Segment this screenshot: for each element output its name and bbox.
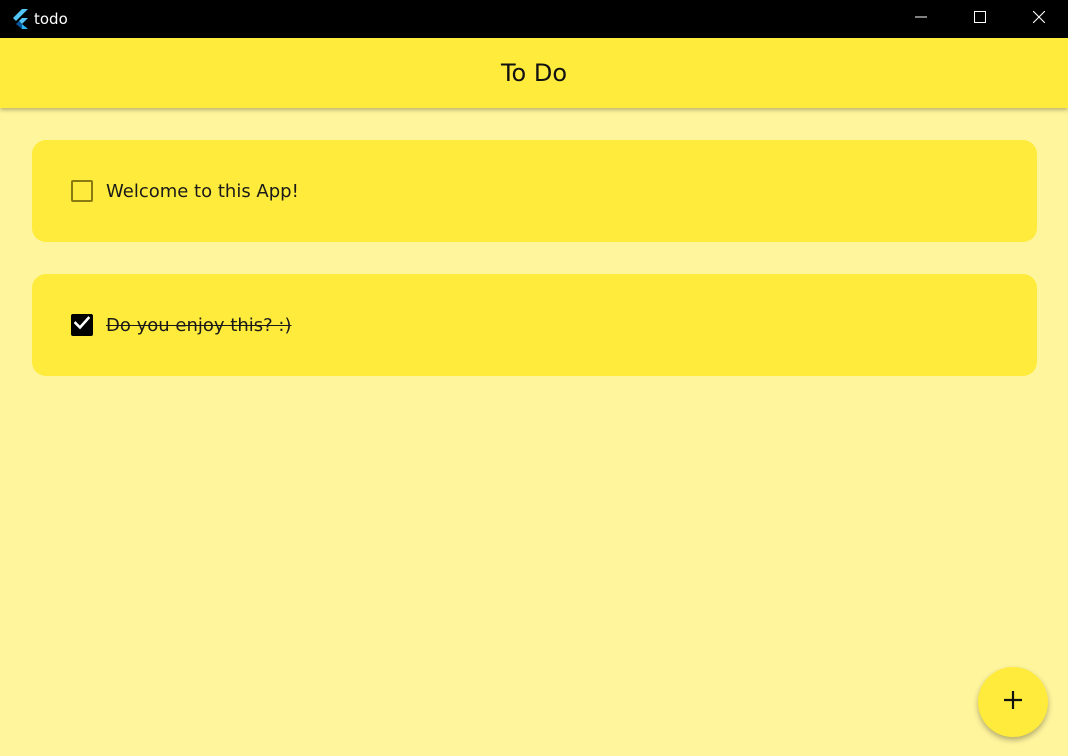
- page-title: To Do: [500, 59, 568, 87]
- maximize-icon: [973, 10, 986, 28]
- window-controls: [891, 0, 1068, 38]
- todo-checkbox-checked[interactable]: [71, 314, 93, 336]
- close-button[interactable]: [1009, 0, 1068, 38]
- maximize-button[interactable]: [950, 0, 1009, 38]
- close-icon: [1032, 10, 1045, 28]
- todo-item-label: Welcome to this App!: [106, 180, 299, 202]
- checkmark-icon: [73, 315, 91, 335]
- minimize-icon: [914, 10, 927, 28]
- flutter-logo-icon: [9, 8, 31, 30]
- todo-item-label: Do you enjoy this? :): [106, 314, 292, 336]
- todo-item[interactable]: Welcome to this App!: [32, 140, 1037, 242]
- add-todo-button[interactable]: [978, 667, 1048, 737]
- todo-item[interactable]: Do you enjoy this? :): [32, 274, 1037, 376]
- todo-list: Welcome to this App! Do you enjoy this? …: [32, 140, 1037, 408]
- app-bar: To Do: [0, 38, 1068, 108]
- window-title: todo: [34, 10, 68, 28]
- minimize-button[interactable]: [891, 0, 950, 38]
- app-window: todo To Do Welcome to this App! Do you e…: [0, 0, 1068, 756]
- plus-icon: [1003, 690, 1023, 715]
- todo-checkbox-unchecked[interactable]: [71, 180, 93, 202]
- window-title-bar[interactable]: todo: [0, 0, 1068, 38]
